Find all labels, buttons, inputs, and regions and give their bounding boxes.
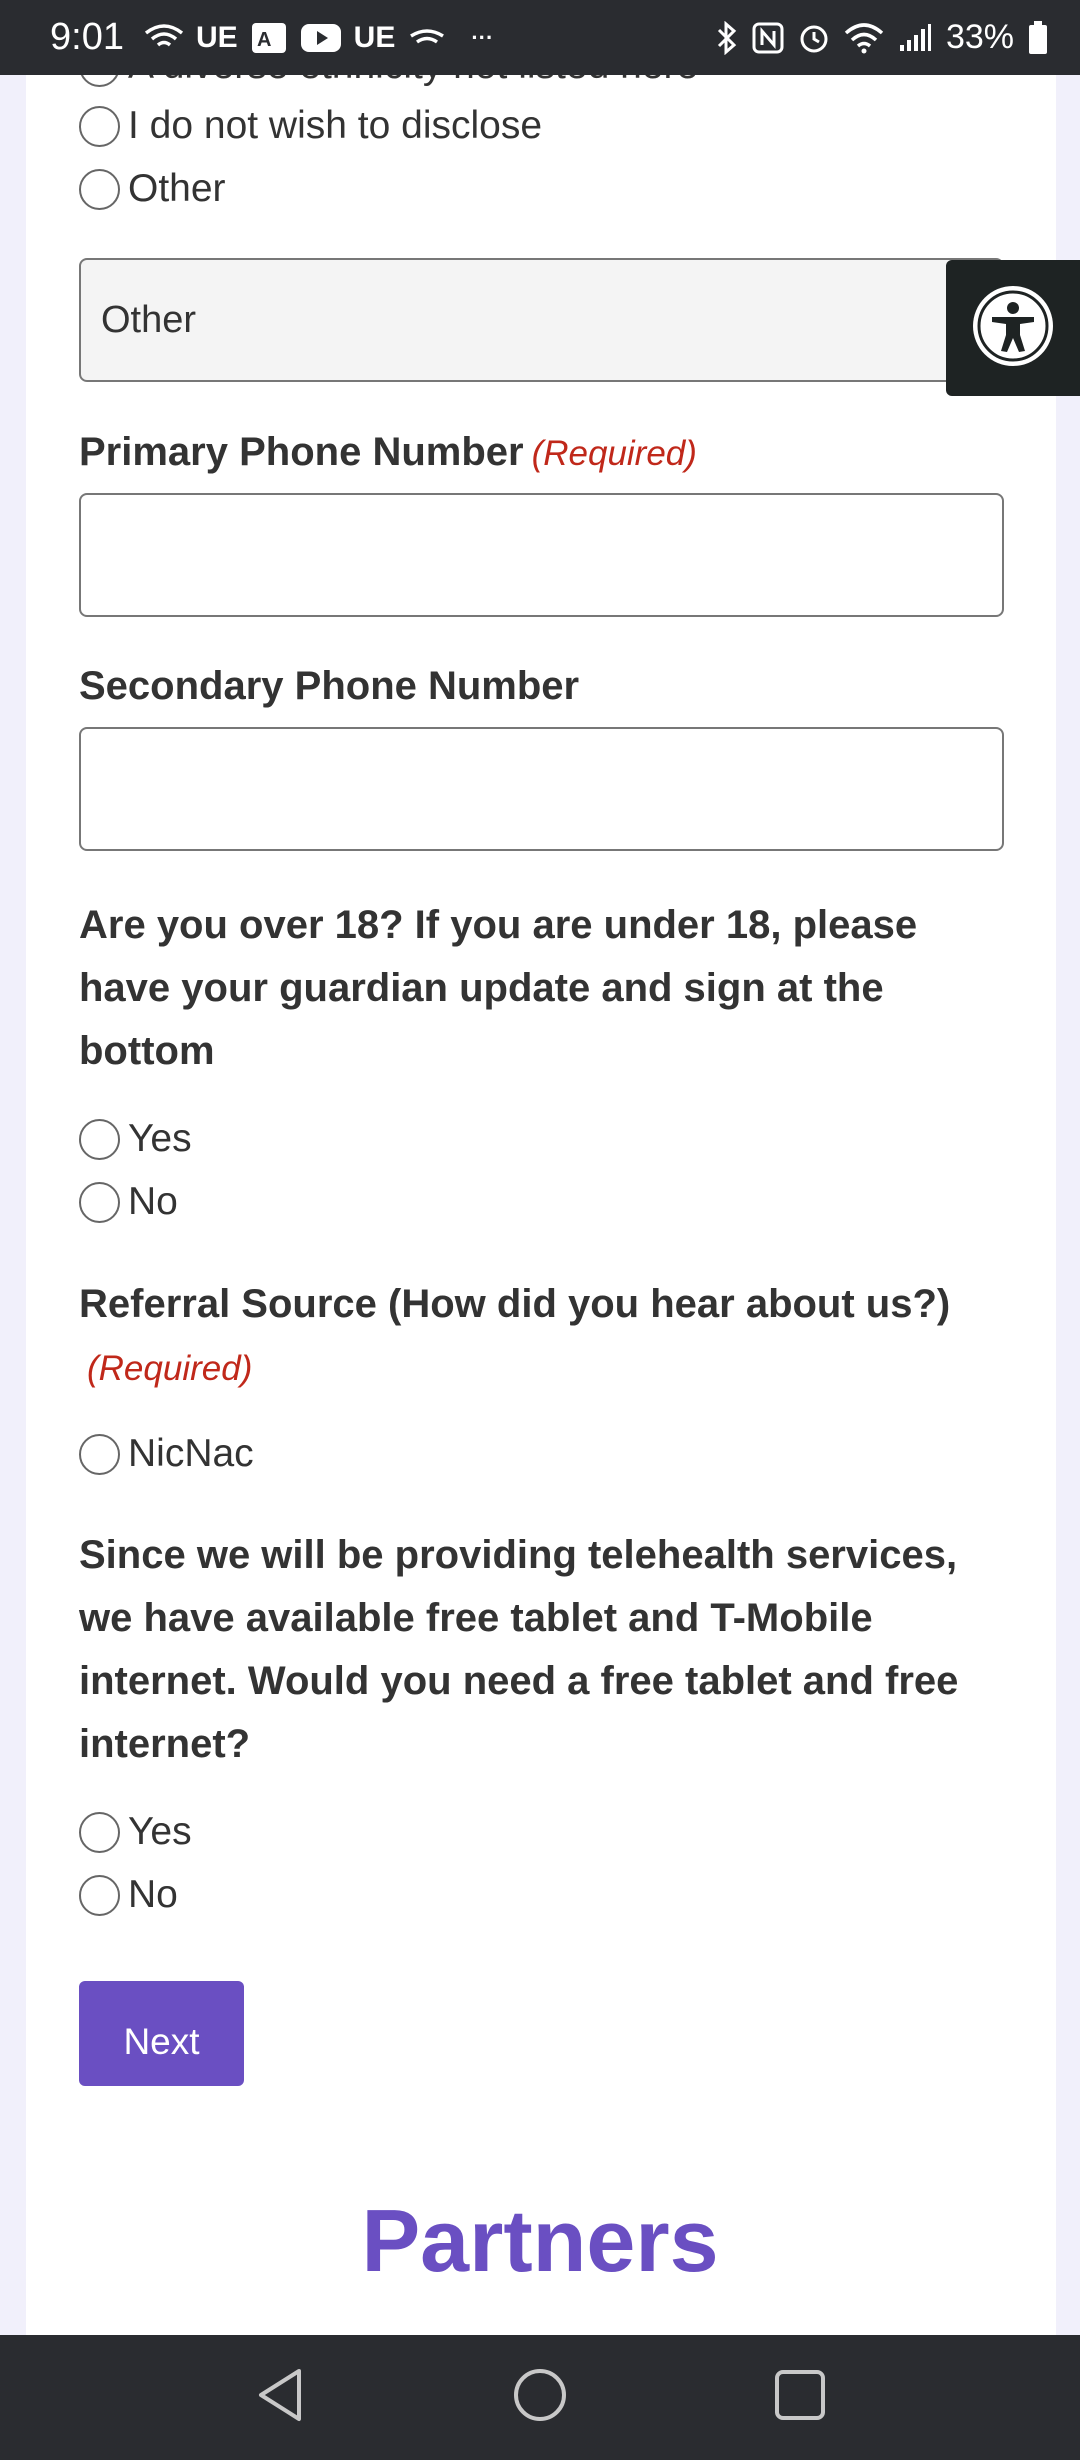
home-circle-icon xyxy=(512,2367,568,2428)
secondary-phone-label: Secondary Phone Number xyxy=(79,664,580,708)
radio-button[interactable] xyxy=(79,168,120,210)
required-marker: (Required) xyxy=(87,1349,253,1388)
primary-phone-input[interactable] xyxy=(79,493,1004,617)
tablet-question: Since we will be providing telehealth se… xyxy=(79,1533,959,1766)
label-text: Referral Source (How did you hear about … xyxy=(79,1282,951,1326)
wifi-icon xyxy=(844,22,884,54)
primary-phone-label: Primary Phone Number (Required) xyxy=(79,421,1004,485)
signal-icon xyxy=(898,23,932,53)
radio-label: NicNac xyxy=(128,1432,254,1475)
translate-icon: A xyxy=(250,21,288,55)
carrier-label-2: UE xyxy=(353,20,396,54)
radio-label: No xyxy=(128,1180,178,1223)
nfc-icon xyxy=(752,22,784,54)
radio-button[interactable] xyxy=(79,1433,120,1475)
partners-heading: Partners xyxy=(361,2191,719,2290)
radio-option-tablet-no[interactable]: No xyxy=(79,1870,178,1920)
home-button[interactable] xyxy=(495,2353,585,2443)
radio-label: Other xyxy=(128,167,226,210)
radio-label: Yes xyxy=(128,1810,192,1853)
navigation-bar xyxy=(0,2335,1080,2460)
radio-label: Yes xyxy=(128,1117,192,1160)
radio-button[interactable] xyxy=(79,1181,120,1223)
status-bar-top: 9:01 UE A UE ··· 33% xyxy=(0,0,1080,75)
radio-option-tablet-yes[interactable]: Yes xyxy=(79,1807,192,1857)
more-notifications-icon: ··· xyxy=(471,24,494,50)
svg-text:A: A xyxy=(257,29,271,51)
label-text: Primary Phone Number xyxy=(79,430,524,474)
radio-option-over18-no[interactable]: No xyxy=(79,1177,178,1227)
radio-option-over18-yes[interactable]: Yes xyxy=(79,1114,192,1164)
radio-label: I do not wish to disclose xyxy=(128,104,543,147)
battery-percent: 33% xyxy=(945,18,1014,56)
radio-button[interactable] xyxy=(79,1874,120,1916)
radio-option-nicnac[interactable]: NicNac xyxy=(79,1429,254,1479)
radio-button[interactable] xyxy=(79,1118,120,1160)
wifi-calling-icon xyxy=(407,26,447,50)
clock: 9:01 xyxy=(50,16,124,58)
alarm-icon xyxy=(798,22,830,54)
accessibility-button[interactable] xyxy=(946,260,1080,396)
next-button[interactable]: Next xyxy=(79,1981,244,2086)
recents-square-icon xyxy=(772,2367,828,2428)
radio-button[interactable] xyxy=(79,105,120,147)
over18-question: Are you over 18? If you are under 18, pl… xyxy=(79,903,918,1073)
battery-icon xyxy=(1028,20,1048,55)
carrier-label-1: UE xyxy=(195,20,238,54)
accessibility-icon xyxy=(970,283,1056,374)
radio-option-do-not-disclose[interactable]: I do not wish to disclose xyxy=(79,101,542,151)
youtube-icon xyxy=(300,23,342,53)
bluetooth-icon xyxy=(716,20,738,55)
back-button[interactable] xyxy=(235,2353,325,2443)
required-marker: (Required) xyxy=(531,434,697,473)
radio-option-other[interactable]: Other xyxy=(79,164,226,214)
ethnicity-other-input[interactable] xyxy=(79,258,1004,382)
secondary-phone-input[interactable] xyxy=(79,727,1004,851)
radio-button[interactable] xyxy=(79,1811,120,1853)
back-triangle-icon xyxy=(253,2366,307,2429)
recents-button[interactable] xyxy=(755,2353,845,2443)
referral-question: Referral Source (How did you hear about … xyxy=(79,1273,1004,1400)
wifi-calling-icon xyxy=(144,23,184,53)
radio-label: No xyxy=(128,1873,178,1916)
